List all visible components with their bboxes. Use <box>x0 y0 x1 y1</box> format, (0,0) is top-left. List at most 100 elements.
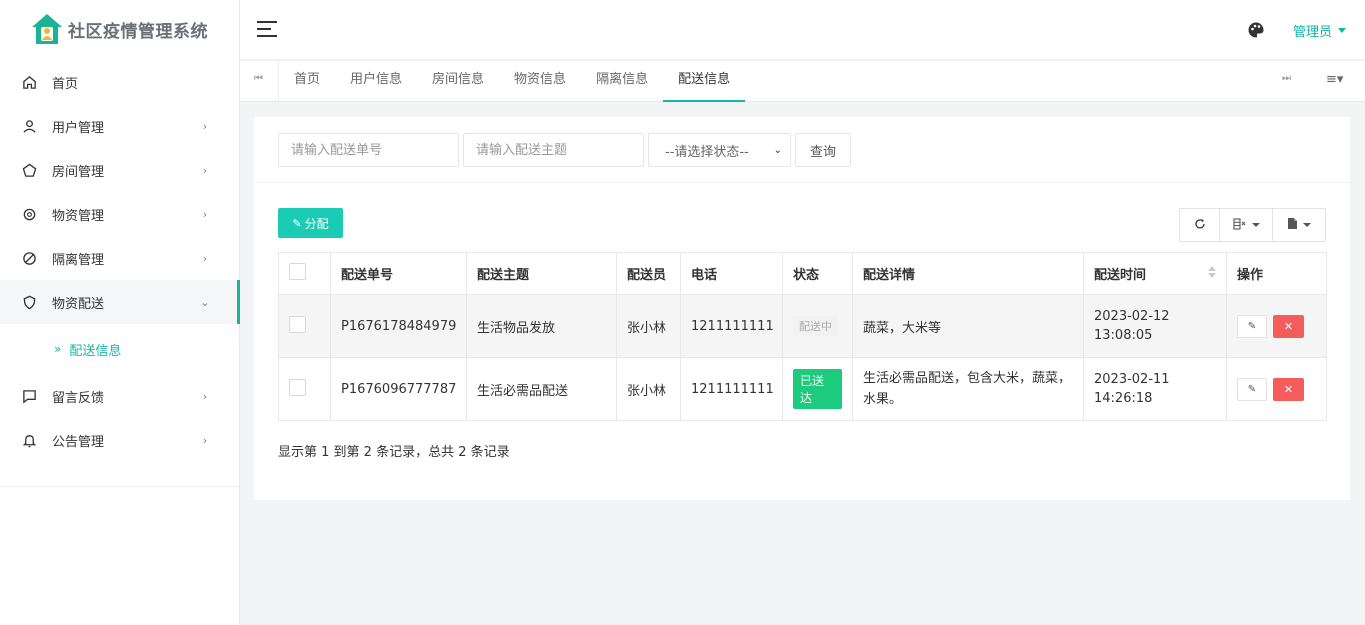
sort-icon <box>1208 266 1216 278</box>
export-button[interactable] <box>1273 209 1325 241</box>
edit-button[interactable]: ✎ <box>1237 314 1267 338</box>
column-header: 配送主题 <box>466 252 617 295</box>
sidebar-item-supplies-delivery[interactable]: 物资配送 ⌄ <box>0 280 240 324</box>
status-cell: 已送达 <box>782 357 853 421</box>
column-header: 状态 <box>782 252 853 295</box>
actions-cell: ✎ ✕ <box>1226 294 1327 358</box>
edit-button[interactable]: ✎ <box>1237 377 1267 401</box>
status-badge: 配送中 <box>793 316 838 336</box>
user-icon <box>20 117 38 135</box>
sidebar-item-supplies-management[interactable]: 物资管理 › <box>0 192 239 236</box>
tab-supplies-info[interactable]: 物资信息 <box>499 61 581 102</box>
table-row: P1676096777787 生活必需品配送 张小林 1211111111 已送… <box>278 357 1327 421</box>
chevron-right-icon: › <box>202 433 208 447</box>
palette-icon[interactable] <box>1247 21 1265 39</box>
chevron-right-icon: › <box>202 207 208 221</box>
tab-room-info[interactable]: 房间信息 <box>417 61 499 102</box>
status-badge: 已送达 <box>793 369 842 409</box>
logo: 社区疫情管理系统 <box>0 0 239 58</box>
tab-options-icon[interactable]: ≡▾ <box>1326 72 1343 87</box>
pencil-icon: ✎ <box>1247 320 1257 332</box>
tab-home[interactable]: 首页 <box>279 61 335 102</box>
sidebar-item-room-management[interactable]: 房间管理 › <box>0 148 239 192</box>
menu-toggle-icon[interactable] <box>257 21 277 37</box>
detail-cell: 生活必需品配送，包含大米，蔬菜，水果。 <box>852 357 1084 421</box>
time-date: 2023-02-12 <box>1094 309 1170 324</box>
table-toolbar <box>1179 208 1326 242</box>
sidebar-subitem-delivery-info[interactable]: » 配送信息 <box>0 324 239 374</box>
columns-icon <box>1232 217 1247 233</box>
phone-cell: 1211111111 <box>680 357 783 421</box>
pagination-summary: 显示第 1 到第 2 条记录，总共 2 条记录 <box>278 445 510 460</box>
chevron-right-icon: › <box>202 163 208 177</box>
delete-button[interactable]: ✕ <box>1273 377 1304 401</box>
shield-icon <box>20 293 38 311</box>
topic-input[interactable] <box>463 133 644 167</box>
app-title: 社区疫情管理系统 <box>68 21 208 42</box>
query-button[interactable]: 查询 <box>795 133 851 167</box>
column-header: 电话 <box>680 252 783 295</box>
sidebar-item-user-management[interactable]: 用户管理 › <box>0 104 239 148</box>
chevron-right-icon: › <box>202 251 208 265</box>
user-menu[interactable]: 管理员 <box>1293 21 1347 40</box>
tab-user-info[interactable]: 用户信息 <box>335 61 417 102</box>
column-header: 配送单号 <box>330 252 467 295</box>
sidebar-item-label: 隔离管理 <box>52 252 105 268</box>
sidebar-item-label: 用户管理 <box>52 120 105 136</box>
tab-delivery-info[interactable]: 配送信息 <box>663 61 746 102</box>
table-header-row: 配送单号 配送主题 配送员 电话 状态 配送详情 配送时间 操作 <box>278 252 1327 295</box>
column-header: 操作 <box>1226 252 1327 295</box>
refresh-icon <box>1194 218 1206 233</box>
row-checkbox[interactable] <box>289 378 306 396</box>
pentagon-icon <box>20 161 38 179</box>
sidebar-item-label: 房间管理 <box>52 164 105 180</box>
actions-cell: ✎ ✕ <box>1226 357 1327 421</box>
topic-cell: 生活必需品配送 <box>466 357 617 421</box>
columns-toggle-button[interactable] <box>1220 209 1273 241</box>
sidebar-item-feedback[interactable]: 留言反馈 › <box>0 374 239 418</box>
sidebar-item-quarantine-management[interactable]: 隔离管理 › <box>0 236 239 280</box>
close-icon: ✕ <box>1283 382 1294 396</box>
status-select[interactable]: --请选择状态-- ⌄ <box>648 133 791 167</box>
time-cell: 2023-02-12 13:08:05 <box>1083 294 1227 358</box>
phone-cell: 1211111111 <box>680 294 783 358</box>
refresh-button[interactable] <box>1180 209 1220 241</box>
column-header: 配送员 <box>616 252 681 295</box>
tab-scroll-right-icon[interactable]: ⏭ <box>1282 73 1291 84</box>
sidebar-item-home[interactable]: 首页 <box>0 60 239 104</box>
content-card: --请选择状态-- ⌄ 查询 ✎ 分配 <box>254 117 1350 500</box>
select-all-checkbox[interactable] <box>289 263 306 280</box>
column-header-label: 配送时间 <box>1094 268 1147 283</box>
tab-bar: ⏮ 首页 用户信息 房间信息 物资信息 隔离信息 配送信息 ⏭ ≡▾ <box>240 61 1365 102</box>
row-checkbox[interactable] <box>289 315 306 333</box>
house-logo-icon <box>30 12 64 46</box>
tab-list: 首页 用户信息 房间信息 物资信息 隔离信息 配送信息 <box>278 61 746 102</box>
caret-down-icon <box>1338 28 1347 33</box>
column-header: 配送详情 <box>852 252 1084 295</box>
order-number-input[interactable] <box>278 133 459 167</box>
time-clock: 14:26:18 <box>1094 391 1153 406</box>
sidebar-item-label: 公告管理 <box>52 434 105 450</box>
sidebar-item-label: 首页 <box>52 76 79 92</box>
file-icon <box>1287 217 1298 233</box>
column-header-sortable[interactable]: 配送时间 <box>1083 252 1227 295</box>
sidebar-menu: 首页 用户管理 › 房间管理 › 物资管理 › 隔离管理 › 物资配送 ⌄ » … <box>0 60 240 462</box>
top-header: 管理员 <box>240 0 1365 60</box>
chevron-down-icon: ⌄ <box>200 295 210 309</box>
tab-scroll-left-icon[interactable]: ⏮ <box>254 73 263 84</box>
time-date: 2023-02-11 <box>1094 372 1170 387</box>
assign-button[interactable]: ✎ 分配 <box>278 208 343 238</box>
message-icon <box>20 387 38 405</box>
ban-icon <box>20 249 38 267</box>
courier-cell: 张小林 <box>616 294 681 358</box>
home-icon <box>20 73 38 91</box>
close-icon: ✕ <box>1283 319 1294 333</box>
delete-button[interactable]: ✕ <box>1273 314 1304 338</box>
caret-down-icon <box>1251 223 1260 227</box>
chevron-down-icon: ⌄ <box>773 144 782 156</box>
tab-quarantine-info[interactable]: 隔离信息 <box>581 61 663 102</box>
delivery-table: 配送单号 配送主题 配送员 电话 状态 配送详情 配送时间 操作 P167617… <box>278 252 1327 421</box>
sidebar-item-announcements[interactable]: 公告管理 › <box>0 418 239 462</box>
user-name: 管理员 <box>1293 25 1333 40</box>
sidebar: 社区疫情管理系统 首页 用户管理 › 房间管理 › 物资管理 › 隔离管理 › … <box>0 0 240 625</box>
